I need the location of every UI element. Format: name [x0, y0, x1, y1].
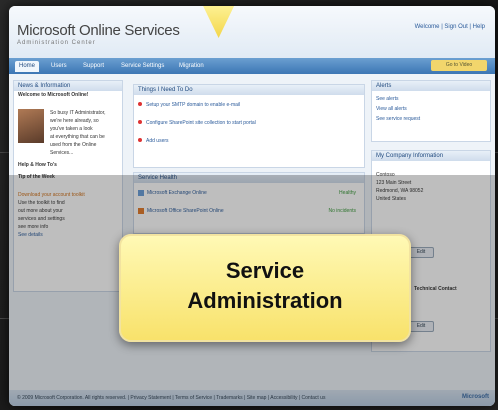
admin-portal-screenshot: Microsoft Online Services Administration… — [9, 6, 495, 406]
service-status: No incidents — [328, 208, 356, 214]
tip-line: see more info — [18, 224, 49, 230]
service-icon — [138, 207, 144, 214]
tip-line: Use the toolkit to find — [18, 200, 65, 206]
welcome-links[interactable]: Welcome | Sign Out | Help — [415, 24, 485, 30]
flag-icon — [138, 138, 142, 142]
news-line: Services... — [50, 150, 74, 156]
service-administration-callout: Service Administration — [119, 234, 411, 342]
portal-header: Microsoft Online Services Administration… — [9, 6, 495, 62]
callout-line-1: Service — [225, 258, 305, 283]
service-row[interactable]: Microsoft Office SharePoint Online No in… — [134, 207, 364, 215]
todo-item[interactable]: Add users — [134, 137, 364, 145]
service-status: Healthy — [339, 190, 356, 196]
news-heading: Welcome to Microsoft Online! — [18, 92, 89, 98]
alert-link[interactable]: See service request — [372, 115, 490, 123]
company-line: Contoso — [376, 172, 395, 178]
tab-support[interactable]: Support — [79, 61, 108, 72]
portal-logo-subtitle: Administration Center — [17, 40, 96, 46]
edit-company-button[interactable]: Edit — [408, 247, 434, 258]
footer-links[interactable]: © 2009 Microsoft Corporation. All rights… — [17, 395, 325, 401]
admin-photo — [18, 109, 44, 143]
tip-line: services and settings — [18, 216, 65, 222]
news-line: at everything that can be — [50, 134, 105, 140]
tip-title: Tip of the Week — [18, 174, 55, 180]
service-row[interactable]: Microsoft Exchange Online Healthy — [134, 189, 364, 197]
alert-link[interactable]: View all alerts — [372, 105, 490, 113]
alerts-panel: Alerts See alerts View all alerts See se… — [371, 80, 491, 142]
portal-footer: © 2009 Microsoft Corporation. All rights… — [9, 390, 495, 406]
company-line: Redmond, WA 98052 — [376, 188, 424, 194]
flag-icon — [138, 102, 142, 106]
todo-item[interactable]: Setup your SMTP domain to enable e-mail — [134, 101, 364, 109]
go-to-button[interactable]: Go to Video — [431, 60, 487, 71]
alert-link[interactable]: See alerts — [372, 95, 490, 103]
edit-contact-button[interactable]: Edit — [408, 321, 434, 332]
tip-line: out more about your — [18, 208, 63, 214]
callout-line-2: Administration — [187, 288, 343, 313]
news-panel: News & Information Welcome to Microsoft … — [13, 80, 123, 292]
alerts-title: Alerts — [372, 81, 490, 91]
company-line: 123 Main Street — [376, 180, 412, 186]
news-line: we're here already, so — [50, 118, 99, 124]
tab-bar: Home Users Support Service Settings Migr… — [9, 58, 495, 74]
news-line: you've taken a look — [50, 126, 93, 132]
footer-brand: Microsoft — [462, 394, 489, 400]
help-heading: Help & How To's — [18, 162, 57, 168]
portal-logo: Microsoft Online Services — [17, 22, 180, 39]
see-details-link[interactable]: See details — [14, 231, 85, 239]
tab-service-settings[interactable]: Service Settings — [117, 61, 168, 72]
technical-contact-title: Technical Contact — [414, 286, 457, 292]
toolkit-link[interactable]: Download your account toolkit — [14, 191, 85, 199]
company-info-title: My Company Information — [372, 151, 490, 161]
service-health-panel: Service Health Microsoft Exchange Online… — [133, 172, 365, 234]
service-health-title: Service Health — [134, 173, 364, 183]
service-icon — [138, 189, 144, 196]
tab-migration[interactable]: Migration — [175, 61, 208, 72]
tab-home[interactable]: Home — [15, 61, 40, 72]
news-panel-title: News & Information — [14, 81, 122, 91]
todo-panel-title: Things I Need To Do — [134, 85, 364, 95]
company-line: United States — [376, 196, 407, 202]
todo-panel: Things I Need To Do Setup your SMTP doma… — [133, 84, 365, 168]
todo-item[interactable]: Configure SharePoint site collection to … — [134, 119, 364, 127]
tab-users[interactable]: Users — [47, 61, 71, 72]
flag-icon — [138, 120, 142, 124]
news-line: used from the Online — [50, 142, 97, 148]
news-line: So busy IT Administrator, — [50, 110, 106, 116]
